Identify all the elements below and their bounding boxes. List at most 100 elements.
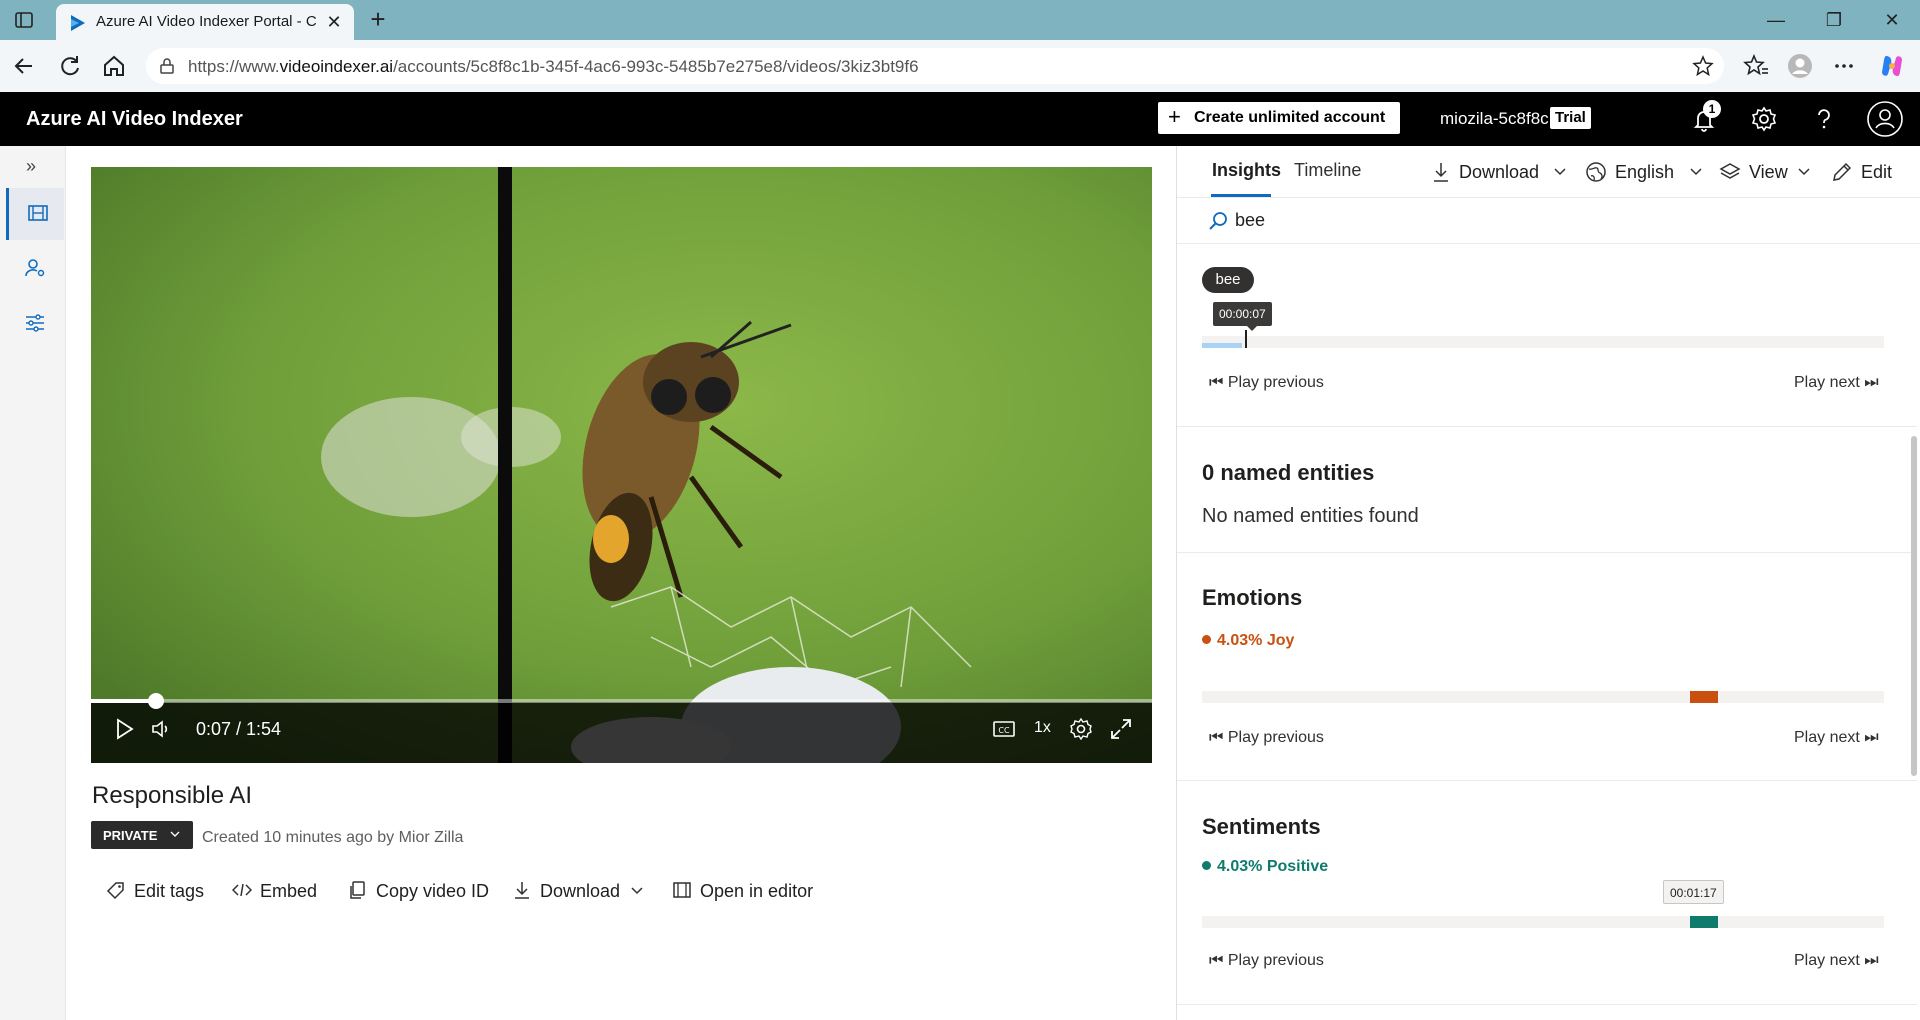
window-close-icon[interactable]: ✕ [1872, 6, 1912, 34]
fullscreen-icon[interactable] [1108, 716, 1134, 742]
favorites-icon[interactable] [1742, 52, 1770, 80]
sentiment-time-tooltip: 00:01:17 [1663, 880, 1724, 904]
profile-avatar-icon[interactable] [1786, 52, 1814, 80]
copy-icon [350, 881, 365, 899]
restore-icon[interactable]: ❐ [1814, 6, 1854, 34]
app-header: Azure AI Video Indexer + Create unlimite… [0, 92, 1920, 146]
copy-video-id-button[interactable]: Copy video ID [348, 878, 489, 906]
nav-item-library[interactable] [6, 188, 64, 240]
sliders-icon [26, 314, 44, 332]
player-settings-icon[interactable] [1068, 716, 1094, 742]
nav-item-people[interactable] [6, 243, 64, 295]
seek-progress [91, 699, 156, 703]
minimize-icon[interactable]: — [1756, 6, 1796, 34]
left-navigation: » [0, 146, 66, 1020]
back-icon[interactable] [10, 52, 38, 80]
joy-dot-icon [1202, 635, 1211, 644]
panel-scrollbar[interactable] [1911, 436, 1917, 776]
address-bar[interactable]: https://www.videoindexer.ai/accounts/5c8… [146, 48, 1724, 84]
settings-gear-icon[interactable] [1750, 105, 1778, 133]
app-brand[interactable]: Azure AI Video Indexer [26, 108, 243, 131]
tab-close-icon[interactable]: ✕ [322, 10, 346, 34]
open-in-editor-button[interactable]: Open in editor [672, 878, 822, 906]
emotion-joy-label[interactable]: 4.03% Joy [1202, 632, 1294, 650]
chevron-down-icon [631, 887, 643, 895]
notification-count-badge: 1 [1703, 100, 1721, 118]
positive-segment[interactable] [1690, 916, 1718, 928]
emotions-play-next[interactable]: Play next ⏭︎ [1794, 729, 1879, 747]
url-text: https://www.videoindexer.ai/accounts/5c8… [188, 57, 919, 76]
seek-handle[interactable] [148, 693, 164, 709]
more-options-icon[interactable] [1830, 52, 1858, 80]
joy-segment[interactable] [1690, 691, 1718, 703]
download-icon [1434, 163, 1448, 182]
main-content: 0:07 / 1:54 CC 1x Responsible AI PRIVATE… [66, 146, 1176, 1020]
chevron-down-icon [1690, 168, 1702, 176]
video-player[interactable] [91, 167, 1152, 763]
plus-icon: + [1168, 104, 1181, 129]
download-icon [515, 882, 529, 899]
tab-insights[interactable]: Insights [1212, 160, 1281, 181]
tab-title: Azure AI Video Indexer Portal - Co [96, 13, 316, 30]
keyword-timeline[interactable] [1202, 330, 1884, 348]
person-settings-icon [25, 259, 45, 277]
keyword-appearance-segment[interactable] [1202, 343, 1242, 348]
expand-nav-icon[interactable]: » [26, 156, 36, 177]
view-dropdown[interactable]: View [1719, 160, 1819, 184]
playhead-marker [1245, 330, 1247, 348]
trial-badge: Trial [1550, 107, 1591, 129]
keyword-chip[interactable]: bee [1202, 267, 1254, 293]
section-divider [1177, 426, 1917, 427]
edit-button[interactable]: Edit [1831, 160, 1901, 184]
account-name[interactable]: miozila-5c8f8c [1440, 109, 1549, 129]
layers-icon [1719, 163, 1741, 179]
volume-icon[interactable] [148, 716, 174, 742]
new-tab-icon[interactable]: + [364, 6, 392, 34]
captions-icon[interactable]: CC [991, 716, 1017, 742]
keyword-time-tooltip: 00:00:07 [1213, 302, 1272, 326]
keyword-play-next[interactable]: Play next ⏭︎ [1794, 374, 1879, 392]
tab-actions-icon[interactable] [14, 10, 34, 30]
edit-tags-button[interactable]: Edit tags [106, 878, 216, 906]
emotions-play-previous[interactable]: ⏮︎ Play previous [1209, 729, 1324, 747]
created-info: Created 10 minutes ago by Mior Zilla [202, 829, 464, 846]
refresh-icon[interactable] [56, 52, 84, 80]
browser-toolbar: https://www.videoindexer.ai/accounts/5c8… [0, 40, 1920, 92]
positive-dot-icon [1202, 861, 1211, 870]
home-icon[interactable] [100, 52, 128, 80]
download-dropdown[interactable]: Download [512, 878, 652, 906]
browser-tabstrip: Azure AI Video Indexer Portal - Co ✕ + —… [0, 0, 1920, 40]
sentiments-play-next[interactable]: Play next ⏭︎ [1794, 952, 1879, 970]
embed-button[interactable]: Embed [232, 878, 322, 906]
nav-item-customizations[interactable] [6, 298, 64, 350]
lock-icon[interactable] [158, 57, 176, 75]
user-profile-icon[interactable] [1866, 100, 1904, 138]
section-divider [1177, 1004, 1917, 1005]
chevron-down-icon [170, 831, 180, 837]
browser-tab[interactable]: Azure AI Video Indexer Portal - Co ✕ [56, 4, 354, 40]
copilot-icon[interactable] [1878, 52, 1906, 80]
section-divider [1177, 780, 1917, 781]
sentiments-play-previous[interactable]: ⏮︎ Play previous [1209, 952, 1324, 970]
seek-bar[interactable] [91, 693, 1152, 709]
privacy-dropdown[interactable]: PRIVATE [91, 821, 193, 849]
emotions-title: Emotions [1202, 585, 1303, 610]
insights-search [1177, 198, 1920, 244]
named-entities-title: 0 named entities [1202, 460, 1375, 485]
help-icon[interactable] [1810, 105, 1838, 133]
keyword-play-previous[interactable]: ⏮︎ Play previous [1209, 374, 1324, 392]
panel-tabs: Insights Timeline Download English View … [1177, 146, 1920, 198]
sentiment-positive-label[interactable]: 4.03% Positive [1202, 858, 1328, 876]
create-unlimited-account-button[interactable]: + Create unlimited account [1158, 102, 1400, 134]
playback-speed-button[interactable]: 1x [1034, 719, 1051, 737]
svg-text:CC: CC [998, 726, 1010, 735]
video-indexer-favicon-icon [71, 15, 85, 31]
play-icon[interactable] [111, 716, 137, 742]
tab-timeline[interactable]: Timeline [1294, 160, 1361, 181]
sentiments-timeline[interactable] [1202, 916, 1884, 928]
favorite-star-icon[interactable] [1692, 55, 1714, 77]
emotions-timeline[interactable] [1202, 691, 1884, 703]
search-input[interactable] [1235, 206, 1735, 234]
language-dropdown[interactable]: English [1585, 160, 1715, 184]
panel-download-dropdown[interactable]: Download [1431, 160, 1581, 184]
